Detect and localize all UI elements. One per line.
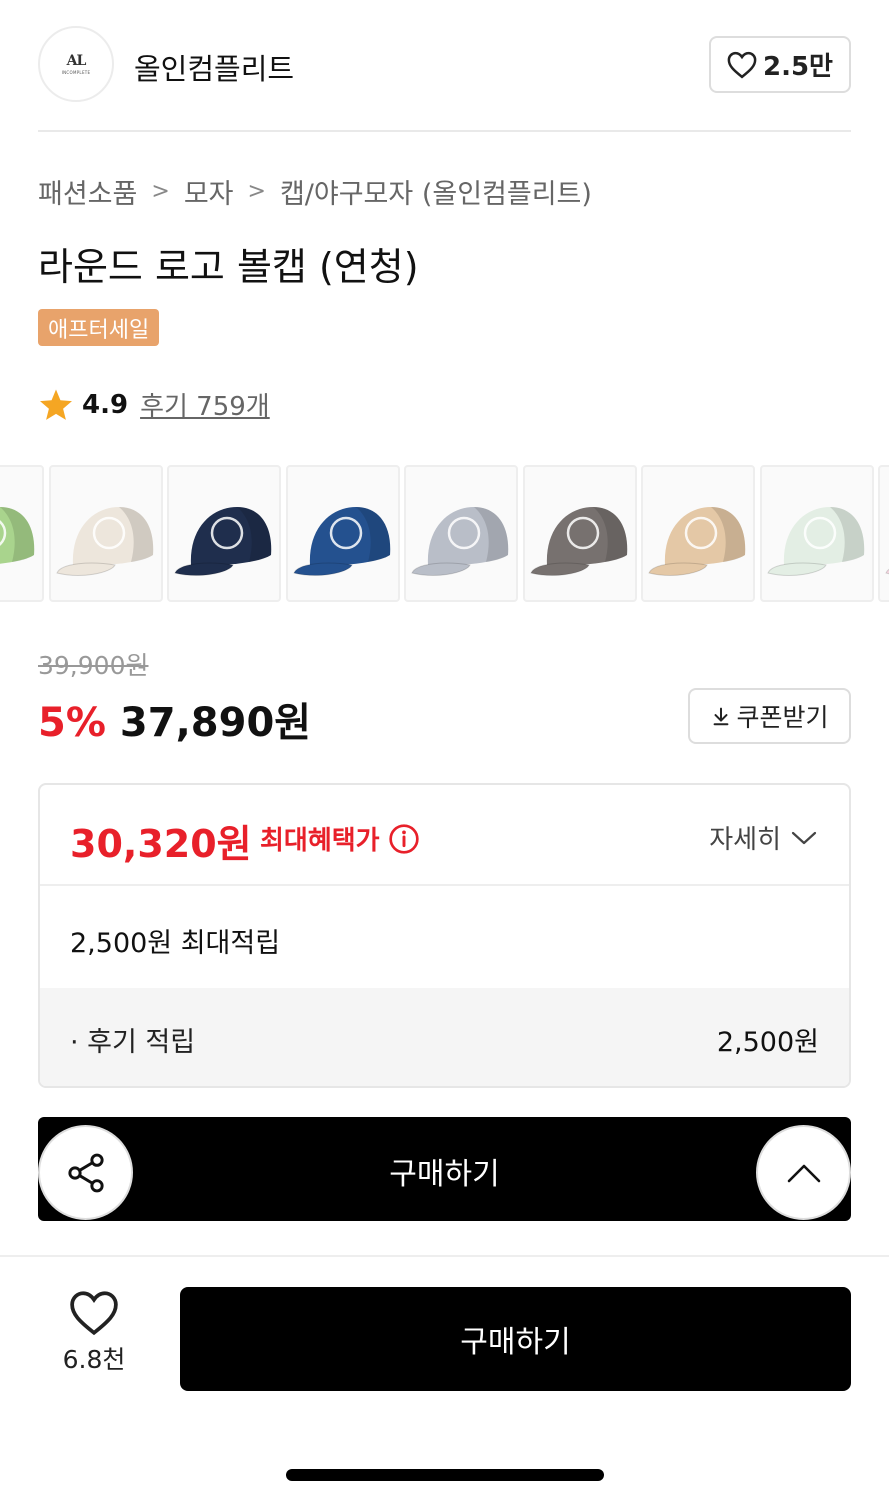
max-benefit-price: 30,320원 xyxy=(70,822,252,866)
thumbnail-charcoal-cap[interactable] xyxy=(522,465,637,602)
breadcrumb-item[interactable]: 모자 xyxy=(184,172,234,211)
bottom-like-count: 6.8천 xyxy=(62,1345,126,1374)
points-row-value: 2,500원 xyxy=(716,1027,819,1058)
heart-icon xyxy=(727,51,757,78)
discount-rate: 5% xyxy=(38,700,106,746)
cap-image xyxy=(292,507,390,576)
cap-brim xyxy=(648,562,708,576)
cap-brim xyxy=(766,562,827,576)
cap-image xyxy=(55,507,153,576)
info-icon[interactable] xyxy=(388,823,420,855)
share-icon xyxy=(67,1153,104,1192)
cap-image xyxy=(174,507,272,576)
brand-like-count: 2.5만 xyxy=(763,52,833,82)
sale-badge: 애프터세일 xyxy=(38,309,160,346)
divider xyxy=(38,130,851,132)
points-row: · 후기 적립 2,500원 xyxy=(40,988,849,1086)
thumbnail-light-gray-cap[interactable] xyxy=(404,465,518,602)
product-title: 라운드 로고 볼캡 (연청) xyxy=(38,245,419,289)
price-row: 5% 37,890원 xyxy=(38,690,311,748)
home-indicator xyxy=(286,1469,604,1481)
max-benefit-label: 최대혜택가 xyxy=(260,820,420,857)
cap-image xyxy=(885,568,889,575)
points-max: 2,500원 최대적립 xyxy=(70,928,281,959)
heart-icon xyxy=(70,1291,118,1336)
star-icon xyxy=(40,388,72,420)
original-price: 39,900원 xyxy=(38,651,149,680)
benefit-box: 30,320원 최대혜택가 자세히 2,500원 최대적립 · 후기 적립 2,… xyxy=(38,783,851,1088)
download-icon xyxy=(714,707,729,726)
thumbnail-navy-cap[interactable] xyxy=(167,465,281,602)
thumbnail-blue-cap[interactable] xyxy=(285,465,400,602)
brand-name[interactable]: 올인컴플리트 xyxy=(134,46,294,88)
bottom-like-button[interactable]: 6.8천 xyxy=(38,1290,150,1390)
thumbnail-ivory-cap[interactable] xyxy=(48,465,163,602)
breadcrumb: 패션소품 > 모자 > 캡/야구모자 (올인컴플리트) xyxy=(38,172,592,211)
coupon-button[interactable]: 쿠폰받기 xyxy=(688,688,851,744)
coupon-button-label: 쿠폰받기 xyxy=(736,703,829,732)
detail-toggle-label: 자세히 xyxy=(709,825,781,855)
cap-brim xyxy=(292,562,353,576)
share-button[interactable] xyxy=(38,1125,133,1220)
cap-image xyxy=(648,507,746,576)
brand-logo-text: INCOMPLETE xyxy=(61,70,91,75)
breadcrumb-item[interactable]: 패션소품 xyxy=(38,172,137,211)
sale-price: 37,890원 xyxy=(119,700,312,746)
cap-image xyxy=(411,507,509,576)
cap-brim xyxy=(174,562,234,576)
thumbnail-next-cap[interactable] xyxy=(878,465,889,602)
reviews-link[interactable]: 후기 759개 xyxy=(140,386,270,423)
brand-like-button[interactable]: 2.5만 xyxy=(709,36,851,93)
scroll-top-button[interactable] xyxy=(756,1125,851,1220)
rating: 4.9 후기 759개 xyxy=(38,386,270,423)
brand-header: AL INCOMPLETE 올인컴플리트 2.5만 xyxy=(38,26,851,102)
chevron-up-icon xyxy=(787,1164,820,1182)
cap-brim xyxy=(529,562,590,576)
max-benefit-label-text: 최대혜택가 xyxy=(260,826,380,856)
detail-toggle[interactable]: 자세히 xyxy=(709,819,817,856)
rating-score: 4.9 xyxy=(82,389,129,420)
chevron-down-icon xyxy=(791,831,817,844)
thumbnail-mint-white-cap[interactable] xyxy=(759,465,874,602)
thumbnail-strip[interactable] xyxy=(0,465,889,603)
chevron-right-icon: > xyxy=(247,179,266,204)
chevron-right-icon: > xyxy=(151,179,170,204)
breadcrumb-item[interactable]: 캡/야구모자 (올인컴플리트) xyxy=(280,172,592,211)
points-row-label: · 후기 적립 xyxy=(70,1027,196,1058)
cap-brim xyxy=(411,562,471,576)
cap-image xyxy=(766,507,864,576)
thumbnail-beige-cap[interactable] xyxy=(641,465,755,602)
divider xyxy=(0,1255,889,1257)
buy-bar-label: 구매하기 xyxy=(389,1157,500,1192)
buy-bar[interactable]: 구매하기 xyxy=(38,1117,851,1221)
brand-logo[interactable]: AL INCOMPLETE xyxy=(38,26,114,102)
buy-button-label: 구매하기 xyxy=(460,1325,571,1360)
buy-button[interactable]: 구매하기 xyxy=(180,1287,851,1391)
benefit-header[interactable]: 30,320원 최대혜택가 자세히 xyxy=(40,785,849,886)
cap-image xyxy=(0,507,35,564)
cap-brim xyxy=(55,562,116,576)
brand-logo-mark: AL xyxy=(66,53,87,69)
cap-image xyxy=(529,507,627,576)
thumbnail-mint-green-cap[interactable] xyxy=(0,465,44,602)
